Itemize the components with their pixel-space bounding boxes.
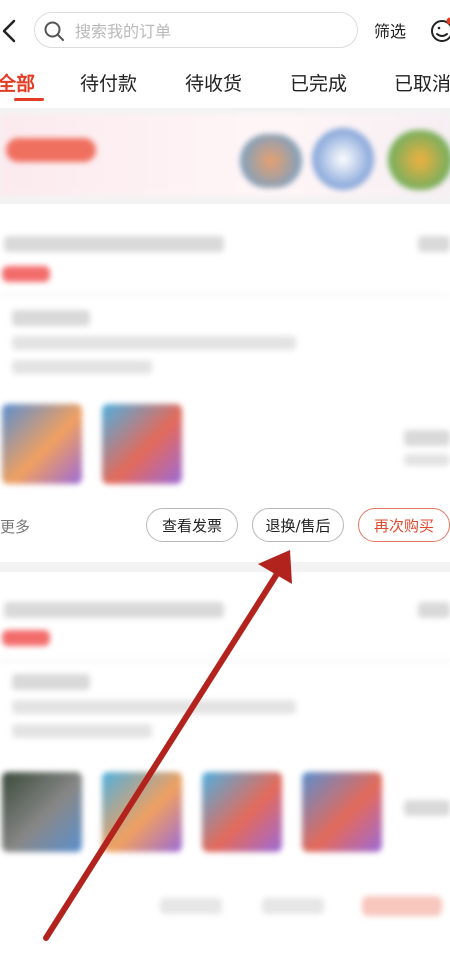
tab-completed[interactable]: 已完成	[290, 69, 347, 96]
active-tab-indicator	[14, 98, 44, 101]
top-bar: 筛选	[0, 0, 450, 62]
filter-button[interactable]: 筛选	[374, 18, 406, 42]
customer-service-icon[interactable]	[428, 16, 450, 46]
view-invoice-button[interactable]: 查看发票	[146, 508, 238, 542]
search-icon	[44, 21, 64, 41]
search-input[interactable]	[73, 13, 347, 49]
order-card[interactable]: 更多 查看发票 退换/售后 再次购买	[0, 204, 450, 562]
tab-pending-payment[interactable]: 待付款	[80, 69, 137, 96]
tab-cancelled[interactable]: 已取消	[394, 69, 450, 96]
chevron-left-icon[interactable]	[0, 15, 20, 47]
promo-banner[interactable]	[0, 114, 450, 196]
order-card-content-blurred	[0, 204, 450, 494]
return-exchange-button[interactable]: 退换/售后	[252, 508, 344, 542]
buy-again-button[interactable]: 再次购买	[358, 508, 450, 542]
tab-all[interactable]: 全部	[0, 69, 35, 96]
order-card[interactable]	[0, 572, 450, 974]
search-bar[interactable]	[34, 12, 358, 49]
more-link[interactable]: 更多	[0, 516, 30, 537]
tab-pending-receipt[interactable]: 待收货	[185, 69, 242, 96]
order-status-tabs: 全部 待付款 待收货 已完成 已取消	[0, 62, 450, 108]
order-card-content-blurred	[0, 572, 450, 974]
